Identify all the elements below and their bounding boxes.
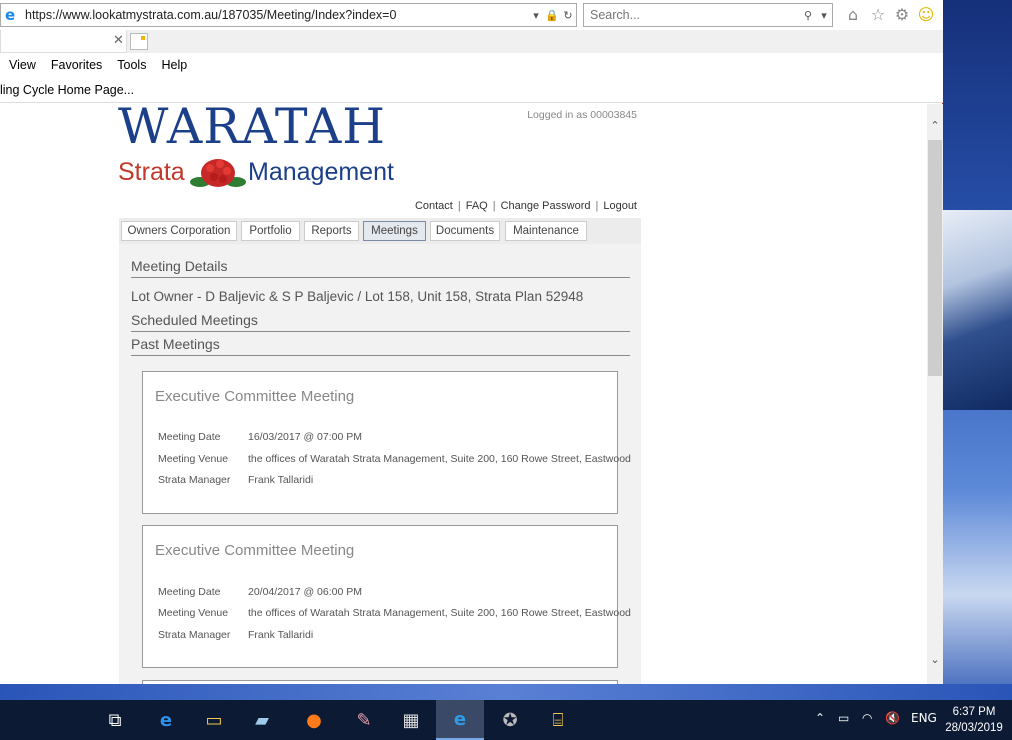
lock-icon[interactable]: 🔒 [544,9,560,22]
home-icon[interactable]: ⌂ [843,5,863,25]
meeting-card-partial[interactable] [142,680,618,684]
menu-favorites[interactable]: Favorites [51,58,102,72]
ie-page-icon: e [5,6,16,24]
battery-icon[interactable]: ▭ [838,711,849,725]
link-separator: | [457,200,461,212]
strata-manager-label: Strata Manager [158,474,231,486]
taskbar: ⧉ e ▭ ▰ ● ✎ ▦ e ✪ ⌸ ⌃ ▭ ◠ 🔇 ENG 6:37 PM … [0,700,1012,740]
contact-link[interactable]: Contact [415,200,453,212]
meeting-title: Executive Committee Meeting [155,388,355,405]
menu-view[interactable]: View [9,58,36,72]
url-text[interactable]: https://www.lookatmystrata.com.au/187035… [25,8,528,22]
notepad-icon[interactable]: ▰ [238,700,286,740]
logo-strata-text: Strata [118,158,185,186]
tab-owners-corporation[interactable]: Owners Corporation [121,221,237,241]
change-password-link[interactable]: Change Password [501,200,591,212]
gimp-icon[interactable]: ✪ [486,700,534,740]
refresh-icon[interactable]: ↻ [560,9,576,22]
scheduled-meetings-heading[interactable]: Scheduled Meetings [131,312,630,332]
meeting-venue-label: Meeting Venue [158,453,229,465]
clock-time: 6:37 PM [952,706,996,718]
volume-muted-icon[interactable]: 🔇 [885,711,900,725]
logo-waratah-text: WARATAH [118,104,387,155]
wallpaper-mountain [940,210,1012,410]
firefox-icon[interactable]: ● [290,700,338,740]
meeting-title: Executive Committee Meeting [155,542,355,559]
meeting-date-label: Meeting Date [158,431,221,443]
tab-portfolio[interactable]: Portfolio [241,221,300,241]
page-viewport: WARATAH Strata Management Logged in as 0… [0,104,927,684]
clock-date: 28/03/2019 [945,722,1003,734]
strata-manager-label: Strata Manager [158,629,231,641]
logo-management-text: Management [248,158,394,186]
meeting-details-heading: Meeting Details [131,258,630,278]
search-dropdown-icon[interactable]: ▾ [816,9,832,22]
dropdown-icon[interactable]: ▾ [528,9,544,22]
menu-help[interactable]: Help [161,58,187,72]
meeting-venue-label: Meeting Venue [158,607,229,619]
strata-manager-value: Frank Tallaridi [248,629,314,641]
meeting-venue-value: the offices of Waratah Strata Management… [248,453,631,465]
main-nav: Owners Corporation Portfolio Reports Mee… [119,218,641,244]
meeting-card[interactable]: Executive Committee Meeting Meeting Date… [142,525,631,668]
file-explorer-icon[interactable]: ▭ [190,700,238,740]
settings-gear-icon[interactable]: ⚙ [892,5,912,25]
meeting-card[interactable]: Executive Committee Meeting Meeting Date… [142,371,631,514]
wallpaper-strip [0,684,1012,700]
waratah-flower-logo [190,159,246,187]
logout-link[interactable]: Logout [603,200,637,212]
address-bar[interactable]: e https://www.lookatmystrata.com.au/1870… [0,3,577,27]
clock[interactable]: 6:37 PM 28/03/2019 [944,704,1004,736]
meeting-date-label: Meeting Date [158,586,221,598]
link-separator: | [595,200,599,212]
logged-in-text: Logged in as 00003845 [527,109,637,121]
meeting-venue-value: the offices of Waratah Strata Management… [248,607,631,619]
tab-strip: ✕ [0,30,943,53]
tab-maintenance[interactable]: Maintenance [505,221,587,241]
close-tab-icon[interactable]: ✕ [113,33,124,48]
search-input[interactable] [584,8,800,22]
favorites-bar: ling Cycle Home Page... [0,77,943,103]
search-box[interactable]: ⚲ ▾ [583,3,833,27]
vertical-scrollbar[interactable]: ⌃ ⌄ [927,104,943,684]
task-view-icon[interactable]: ⧉ [91,700,139,740]
address-row: e https://www.lookatmystrata.com.au/1870… [0,0,943,30]
edge-icon[interactable]: e [142,700,190,740]
paint-icon[interactable]: ✎ [340,700,388,740]
wifi-icon[interactable]: ◠ [862,711,872,725]
lot-owner-text: Lot Owner - D Baljevic & S P Baljevic / … [131,289,584,304]
meeting-date-value: 20/04/2017 @ 06:00 PM [248,586,362,598]
browser-window: e https://www.lookatmystrata.com.au/1870… [0,0,943,684]
search-icon[interactable]: ⚲ [800,9,816,22]
past-meetings-heading[interactable]: Past Meetings [131,336,630,356]
scroll-up-icon[interactable]: ⌃ [927,118,943,134]
calculator-icon[interactable]: ▦ [387,700,435,740]
favorites-bar-item[interactable]: ling Cycle Home Page... [0,83,134,97]
smiley-feedback-icon[interactable]: ☺ [916,5,936,25]
favorites-star-icon[interactable]: ☆ [868,5,888,25]
tab-reports[interactable]: Reports [304,221,359,241]
scrollbar-thumb[interactable] [928,140,942,376]
main-content: Meeting Details Lot Owner - D Baljevic &… [119,244,641,684]
new-tab-button[interactable] [130,33,148,50]
tray-chevron-icon[interactable]: ⌃ [815,711,825,725]
browser-tab[interactable]: ✕ [0,30,127,53]
menu-tools[interactable]: Tools [117,58,146,72]
link-separator: | [492,200,496,212]
meeting-date-value: 16/03/2017 @ 07:00 PM [248,431,362,443]
internet-explorer-icon[interactable]: e [436,700,484,740]
language-indicator[interactable]: ENG [911,711,937,725]
scroll-down-icon[interactable]: ⌄ [927,652,943,668]
strata-manager-value: Frank Tallaridi [248,474,314,486]
menu-bar: View Favorites Tools Help [0,53,943,77]
tab-meetings[interactable]: Meetings [363,221,426,241]
network-app-icon[interactable]: ⌸ [534,700,582,740]
tab-documents[interactable]: Documents [430,221,500,241]
top-links: Contact | FAQ | Change Password | Logout [300,200,637,212]
faq-link[interactable]: FAQ [466,200,488,212]
